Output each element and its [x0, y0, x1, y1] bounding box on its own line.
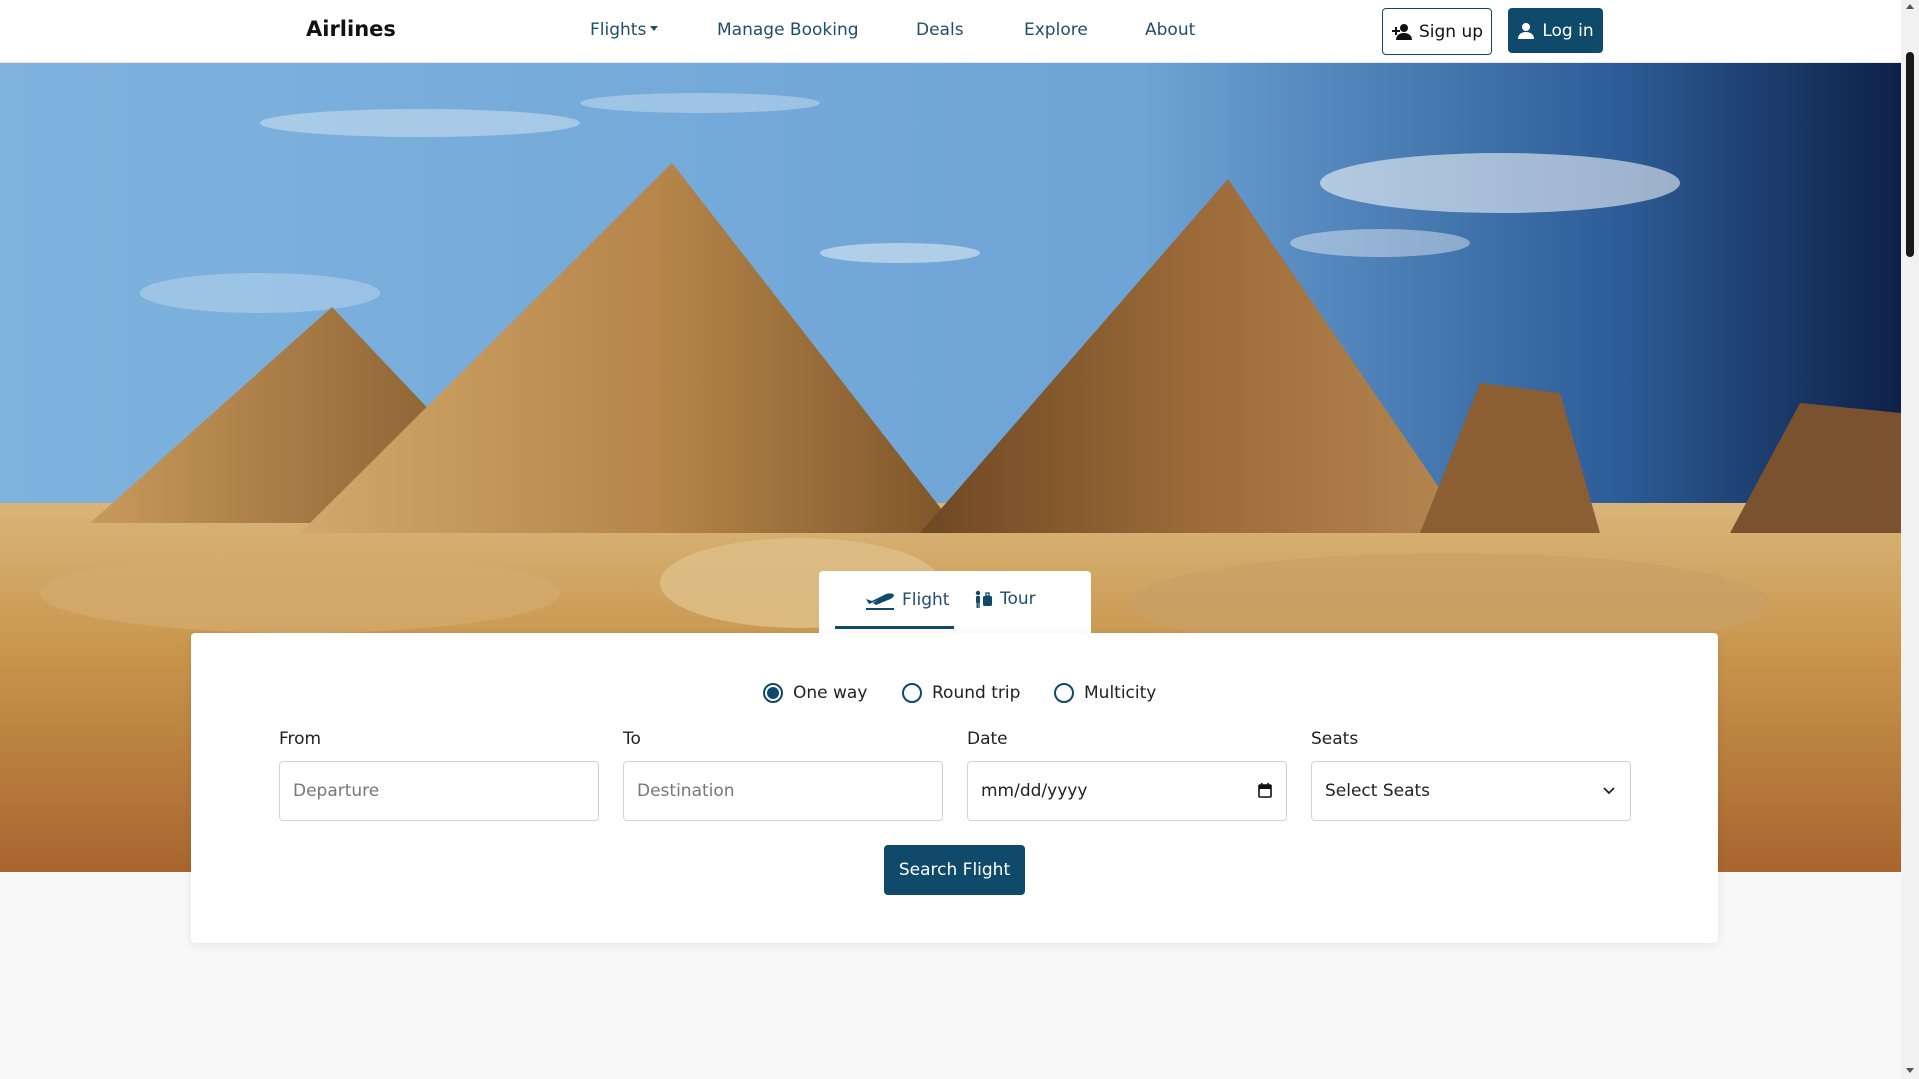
- nav-about[interactable]: About: [1145, 20, 1195, 40]
- nav-explore[interactable]: Explore: [1024, 20, 1088, 40]
- brand-logo[interactable]: Airlines: [306, 17, 396, 41]
- seats-selected-value: Select Seats: [1325, 781, 1431, 801]
- signup-button[interactable]: Sign up: [1382, 8, 1492, 55]
- calendar-icon[interactable]: [1258, 782, 1272, 798]
- luggage-person-icon: [975, 590, 992, 608]
- to-input[interactable]: Destination: [623, 761, 943, 821]
- radio-multicity-label: Multicity: [1084, 683, 1157, 703]
- scroll-up-arrow-icon[interactable]: [1906, 4, 1914, 9]
- to-label: To: [623, 729, 641, 749]
- tab-tour[interactable]: Tour: [974, 589, 1036, 609]
- flight-search-panel: One way Round trip Multicity From Depart…: [191, 633, 1718, 943]
- signup-label: Sign up: [1418, 21, 1484, 42]
- to-placeholder: Destination: [637, 781, 735, 801]
- radio-unchecked-icon: [1054, 683, 1074, 703]
- radio-one-way[interactable]: One way: [763, 683, 867, 703]
- seats-label: Seats: [1311, 729, 1359, 749]
- radio-one-way-label: One way: [793, 683, 868, 703]
- radio-unchecked-icon: [902, 683, 922, 703]
- page-scrollbar[interactable]: [1901, 0, 1919, 1079]
- tab-flight-label: Flight: [902, 590, 950, 610]
- scroll-down-arrow-icon[interactable]: [1906, 1068, 1914, 1073]
- booking-tabs: Flight Tour: [819, 571, 1091, 633]
- radio-multicity[interactable]: Multicity: [1054, 683, 1156, 703]
- radio-round-trip[interactable]: Round trip: [902, 683, 1020, 703]
- nav-flights-dropdown[interactable]: Flights: [590, 20, 659, 40]
- login-label: Log in: [1542, 20, 1594, 41]
- seats-select[interactable]: Select Seats: [1311, 761, 1631, 821]
- search-flight-button[interactable]: Search Flight: [884, 845, 1025, 895]
- from-placeholder: Departure: [293, 781, 380, 801]
- date-label: Date: [967, 729, 1008, 749]
- nav-deals[interactable]: Deals: [916, 20, 964, 40]
- nav-manage-booking[interactable]: Manage Booking: [717, 20, 859, 40]
- tab-tour-label: Tour: [1000, 589, 1036, 609]
- chevron-down-icon: [1603, 787, 1615, 795]
- login-button[interactable]: Log in: [1508, 8, 1603, 53]
- plane-icon: [866, 593, 894, 610]
- radio-round-trip-label: Round trip: [932, 683, 1021, 703]
- nav-flights-label: Flights: [590, 20, 647, 40]
- user-icon: [1518, 22, 1535, 39]
- caret-down-icon: [650, 25, 659, 31]
- from-input[interactable]: Departure: [279, 761, 599, 821]
- from-label: From: [279, 729, 322, 749]
- tab-flight[interactable]: Flight: [864, 589, 949, 611]
- trip-type-radios: One way Round trip Multicity: [191, 683, 1718, 709]
- radio-checked-icon: [763, 683, 783, 703]
- date-placeholder: mm/dd/yyyy: [981, 781, 1088, 801]
- user-plus-icon: [1391, 23, 1412, 40]
- scrollbar-thumb[interactable]: [1906, 52, 1914, 257]
- date-input[interactable]: mm/dd/yyyy: [967, 761, 1287, 821]
- active-tab-indicator: [835, 626, 954, 629]
- top-navbar: Airlines Flights Manage Booking Deals Ex…: [0, 0, 1901, 63]
